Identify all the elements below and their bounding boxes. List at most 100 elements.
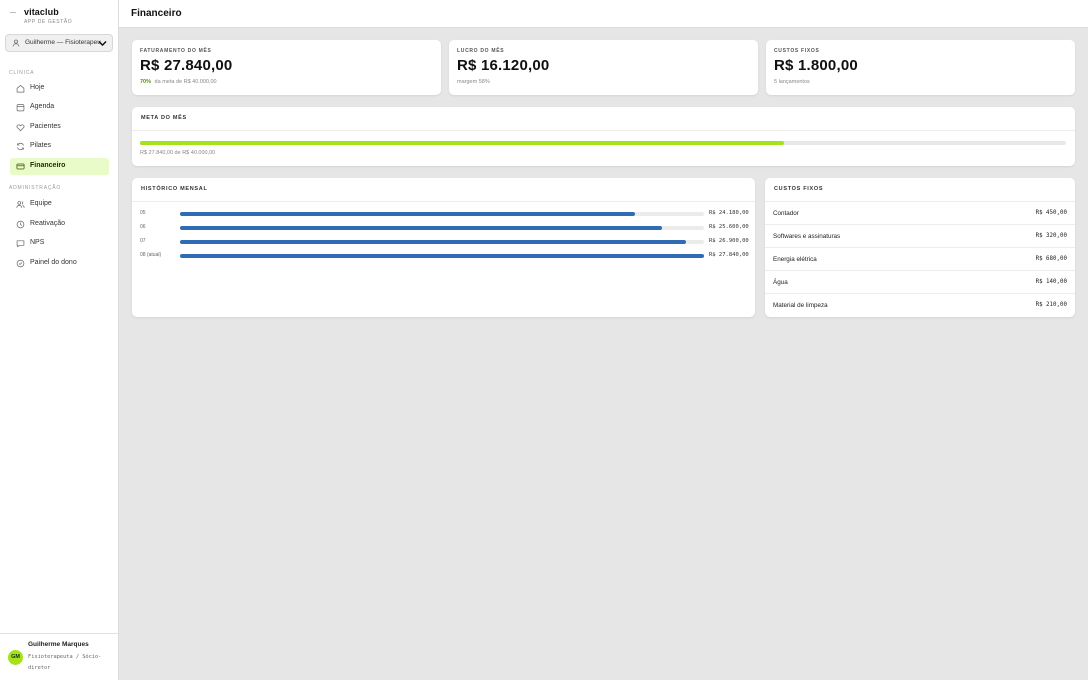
cost-name: Material de limpeza	[773, 302, 828, 309]
history-row: 08 (atual) R$ 27.840,00	[132, 252, 754, 262]
sidebar-item-label: Pilates	[30, 142, 52, 149]
chevron-down-icon	[98, 41, 107, 46]
users-icon	[16, 201, 25, 208]
kpi-note: 70% da meta de R$ 40.000,00	[140, 79, 217, 85]
table-row: Água R$ 140,00	[765, 271, 1075, 294]
refresh-icon	[17, 142, 24, 151]
table-row: Material de limpeza R$ 210,00	[765, 294, 1075, 317]
history-bar	[180, 226, 662, 230]
top-bar: Financeiro	[119, 0, 1088, 28]
table-row: Energia elétrica R$ 680,00	[765, 248, 1075, 271]
cost-name: Energia elétrica	[773, 256, 817, 263]
sidebar-item-reativacao[interactable]: Reativação	[10, 216, 109, 233]
kpi-value: R$ 27.840,00	[140, 57, 233, 74]
kpi-note: margem 58%	[457, 79, 490, 85]
cost-value: R$ 450,00	[1035, 210, 1067, 216]
clock-icon	[16, 220, 25, 229]
chat-icon	[16, 240, 25, 248]
history-month: 05	[140, 210, 146, 216]
history-bar	[180, 254, 704, 258]
history-row: 05 R$ 24.180,00	[132, 210, 754, 220]
kpi-fixed-costs-card: CUSTOS FIXOS R$ 1.800,00 5 lançamentos	[766, 40, 1075, 95]
history-bar	[180, 240, 687, 244]
sidebar-item-painel-do-dono[interactable]: Painel do dono	[10, 255, 109, 272]
user-profile[interactable]: GM Guilherme Marques Fisioterapeuta / Só…	[0, 633, 118, 680]
history-bar-track	[180, 226, 704, 230]
history-value: R$ 24.180,00	[709, 210, 749, 216]
sidebar-item-hoje[interactable]: Hoje	[10, 80, 109, 97]
card-header: HISTÓRICO MENSAL	[132, 178, 755, 202]
sidebar-item-equipe[interactable]: Equipe	[10, 196, 109, 213]
history-month: 08 (atual)	[140, 252, 162, 258]
sidebar-item-nps[interactable]: NPS	[10, 235, 109, 252]
kpi-label: CUSTOS FIXOS	[774, 48, 820, 54]
nav-section-clinic: CLÍNICA	[9, 70, 35, 76]
brand-mark	[10, 12, 16, 13]
fixed-costs-title: CUSTOS FIXOS	[774, 186, 824, 192]
profile-select-value: Guilherme — Fisioterapeuta	[25, 39, 101, 46]
sidebar-item-agenda[interactable]: Agenda	[10, 99, 109, 116]
history-bar-track	[180, 254, 704, 258]
sidebar-item-label: Pacientes	[30, 123, 61, 130]
sidebar-item-label: Financeiro	[30, 162, 66, 169]
history-bar	[180, 212, 636, 216]
sidebar-item-label: Hoje	[30, 84, 45, 91]
kpi-revenue-card: FATURAMENTO DO MÊS R$ 27.840,00 70% da m…	[132, 40, 441, 95]
sidebar-item-pacientes[interactable]: Pacientes	[10, 119, 109, 136]
history-month: 06	[140, 224, 146, 230]
history-value: R$ 27.840,00	[709, 252, 749, 258]
card-icon	[16, 163, 25, 170]
page-title: Financeiro	[131, 8, 182, 19]
table-row: Contador R$ 450,00	[765, 202, 1075, 225]
cost-value: R$ 210,00	[1035, 302, 1067, 308]
sidebar-item-label: NPS	[30, 239, 45, 246]
brand-subtitle: APP DE GESTÃO	[24, 19, 73, 25]
cost-name: Água	[773, 279, 788, 286]
history-bar-track	[180, 212, 704, 216]
fixed-costs-card: CUSTOS FIXOS Contador R$ 450,00 Software…	[765, 178, 1075, 317]
sidebar-item-financeiro[interactable]: Financeiro	[10, 158, 109, 175]
user-role: Fisioterapeuta / Sócio-diretor	[28, 654, 102, 671]
sidebar: vitaclub APP DE GESTÃO Guilherme — Fisio…	[0, 0, 119, 680]
nav-section-admin: ADMINISTRAÇÃO	[9, 185, 62, 191]
card-header: META DO MÊS	[132, 107, 1075, 131]
goal-card: META DO MÊS R$ 27.840,00 de R$ 40.000,00	[132, 107, 1075, 166]
kpi-value: R$ 16.120,00	[457, 57, 550, 74]
brand[interactable]: vitaclub APP DE GESTÃO	[10, 6, 110, 28]
kpi-value: R$ 1.800,00	[774, 57, 858, 74]
history-bar-track	[180, 240, 704, 244]
brand-name: vitaclub	[24, 7, 59, 17]
history-title: HISTÓRICO MENSAL	[141, 186, 208, 192]
sidebar-item-label: Equipe	[30, 200, 52, 207]
cost-name: Contador	[773, 210, 799, 217]
goal-progress-bar	[140, 141, 1066, 145]
sidebar-item-label: Agenda	[30, 103, 55, 110]
history-value: R$ 25.600,00	[709, 224, 749, 230]
avatar: GM	[8, 650, 23, 665]
shield-icon	[16, 259, 25, 268]
history-month: 07	[140, 238, 146, 244]
sidebar-item-pilates[interactable]: Pilates	[10, 138, 109, 155]
cost-name: Softwares e assinaturas	[773, 233, 841, 240]
profile-select[interactable]: Guilherme — Fisioterapeuta	[5, 34, 113, 52]
kpi-percent: 70%	[140, 79, 152, 85]
goal-title: META DO MÊS	[141, 115, 187, 121]
card-header: CUSTOS FIXOS	[765, 178, 1075, 202]
history-value: R$ 26.900,00	[709, 238, 749, 244]
sidebar-item-label: Reativação	[30, 220, 66, 227]
cost-value: R$ 320,00	[1035, 233, 1067, 239]
sidebar-item-label: Painel do dono	[30, 259, 77, 266]
kpi-profit-card: LUCRO DO MÊS R$ 16.120,00 margem 58%	[449, 40, 758, 95]
user-icon	[12, 39, 20, 47]
kpi-note-text: da meta de R$ 40.000,00	[154, 79, 217, 85]
cost-value: R$ 140,00	[1035, 279, 1067, 285]
kpi-label: FATURAMENTO DO MÊS	[140, 48, 212, 54]
heart-icon	[16, 124, 25, 132]
history-row: 07 R$ 26.900,00	[132, 238, 754, 248]
table-row: Softwares e assinaturas R$ 320,00	[765, 225, 1075, 248]
cost-value: R$ 680,00	[1035, 256, 1067, 262]
goal-caption: R$ 27.840,00 de R$ 40.000,00	[140, 150, 216, 156]
home-icon	[16, 84, 25, 93]
user-name: Guilherme Marques	[28, 641, 89, 648]
goal-progress-fill	[140, 141, 785, 145]
